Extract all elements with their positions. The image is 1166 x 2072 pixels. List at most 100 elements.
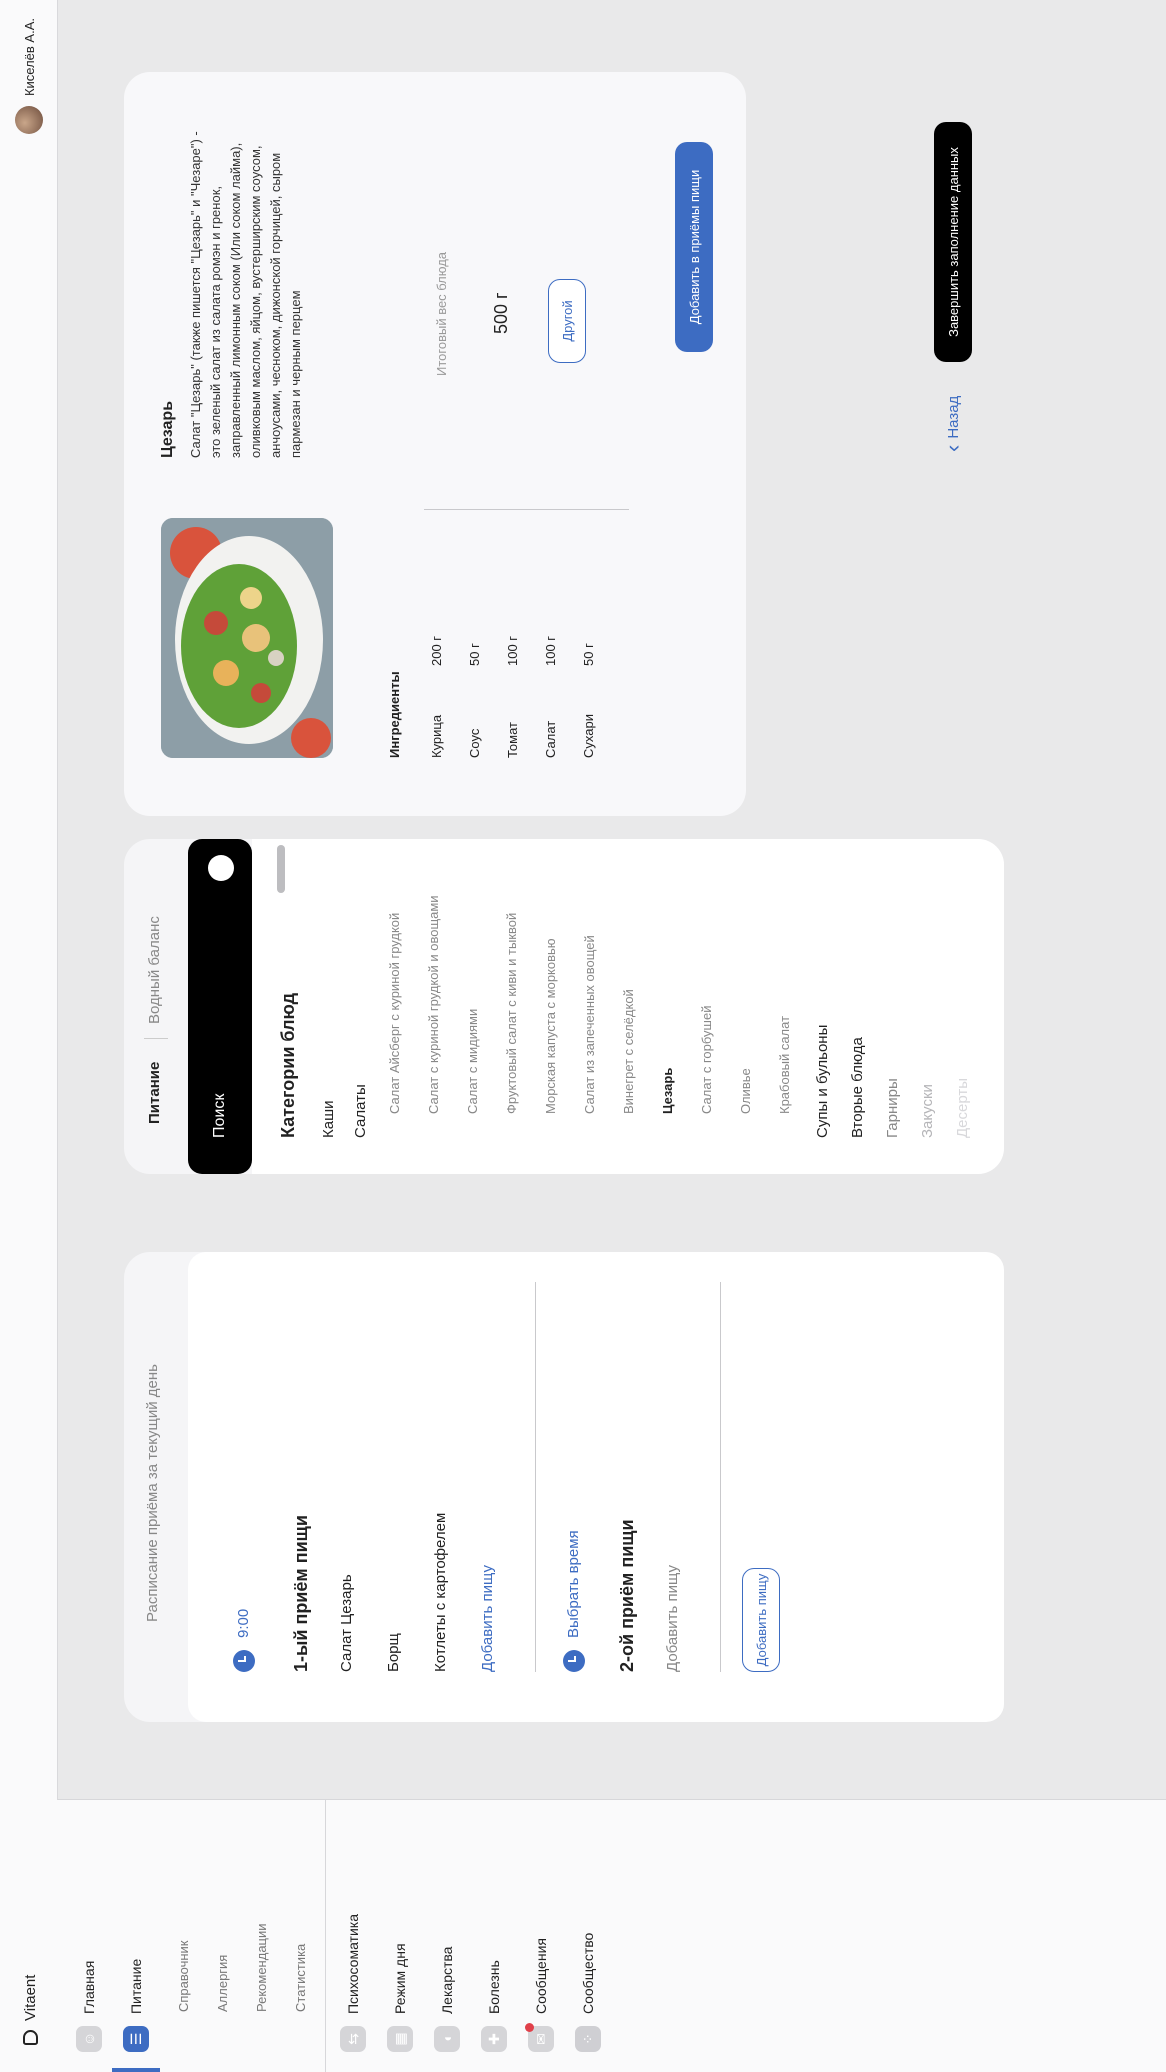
sidebar-item-daily-regime[interactable]: ▦ Режим дня [387,1943,413,2052]
user-menu[interactable]: Киселёв А.А. [15,18,43,135]
medical-icon: ✚ [481,2026,507,2052]
sidebar-item-label: Режим дня [392,1943,408,2014]
ingredients-title: Ингредиенты [387,671,402,758]
categories-title: Категории блюд [278,992,298,1138]
meal2-add-food-input[interactable]: Добавить пищу [664,1565,681,1672]
app-name: Vitaent [22,1974,39,2021]
community-icon: ⁘ [575,2026,601,2052]
dish-item[interactable]: Салат с мидиями [465,1009,480,1114]
finish-data-entry-button[interactable]: Завершить заполнение данных [934,122,972,362]
nutrition-icon: ☰ [123,2026,149,2052]
choose-time-link[interactable]: Выбрать время [565,1530,582,1638]
meal1-item[interactable]: Салат Цезарь [338,1574,355,1672]
dish-item-selected[interactable]: Цезарь [660,1068,675,1114]
ingredient-weight: 100 г [505,635,520,666]
meal2-add-food-button[interactable]: Добавить пищу [742,1568,780,1672]
search-bar[interactable]: Поиск [188,839,252,1174]
user-name: Киселёв А.А. [21,18,37,97]
dish-name: Цезарь [159,400,176,458]
divider [720,1282,721,1672]
sidebar-item-label: Главная [81,1960,97,2014]
ingredient-name: Курица [429,714,444,758]
total-weight-label: Итоговый вес блюда [434,251,449,376]
tab-water-balance[interactable]: Водный баланс [146,916,163,1024]
add-to-meals-button[interactable]: Добавить в приёмы пищи [675,142,713,352]
dish-item[interactable]: Салат с горбушей [699,1006,714,1114]
sidebar: Vitaent ☺ Главная ☰ Питание Справочник А… [0,1799,1166,2072]
meal2-title: 2-ой приём пищи [617,1519,637,1672]
sidebar-item-label: Сообщество [580,1932,596,2014]
category-snacks[interactable]: Закуски [919,1084,936,1138]
home-icon: ☺ [76,2026,102,2052]
dish-item[interactable]: Винегрет с селёдкой [621,989,636,1114]
sidebar-item-label: Питание [128,1958,144,2014]
schedule-panel: Расписание приёма за текущий день 9:00 1… [124,1252,1004,1722]
category-side-dishes[interactable]: Гарниры [884,1078,901,1138]
dish-item[interactable]: Салат из запеченных овощей [582,935,597,1114]
category-main-dishes[interactable]: Вторые блюда [849,1037,866,1138]
search-icon [208,855,234,881]
dish-photo [161,518,333,758]
dish-item[interactable]: Морская капуста с морковью [543,938,558,1114]
meal1-add-food-link[interactable]: Добавить пищу [479,1565,496,1672]
dish-item[interactable]: Салат Айсберг с куриной грудкой [387,913,402,1114]
ingredient-name: Томат [505,722,520,758]
sidebar-subitem-allergy[interactable]: Аллергия [215,1955,230,2012]
total-weight-value: 500 г [491,292,511,334]
ingredient-name: Салат [543,720,558,758]
ingredient-name: Соус [467,728,482,758]
sidebar-divider [325,1800,326,2072]
vertical-divider [424,509,629,510]
search-label: Поиск [211,1093,228,1138]
tab-divider [144,1038,168,1039]
ingredient-weight: 100 г [543,635,558,666]
meal1-item[interactable]: Котлеты с картофелем [432,1513,449,1672]
sidebar-item-label: Психосоматика [345,1913,361,2014]
scrollbar[interactable] [277,845,285,893]
ingredient-name: Сухари [581,714,596,758]
sidebar-item-home[interactable]: ☺ Главная [76,1961,102,2052]
category-salads[interactable]: Салаты [352,1084,369,1138]
category-porridge[interactable]: Каши [320,1101,337,1139]
dish-description: Салат "Цезарь" (также пишется "Цезарь" и… [188,131,303,458]
categories-panel: Питание Водный баланс Поиск Категории бл… [124,839,1004,1174]
top-bar: Киселёв А.А. [0,0,58,1800]
sidebar-item-nutrition[interactable]: ☰ Питание [123,1959,149,2052]
back-link[interactable]: ‹ Назад [940,396,966,452]
sidebar-item-label: Лекарства [439,1946,455,2014]
category-desserts[interactable]: Десерты [954,1078,971,1138]
dish-item[interactable]: Салат с куриной грудкой и овощами [426,895,441,1114]
sidebar-item-messages[interactable]: ✉ Сообщения [528,1938,554,2052]
sidebar-item-illness[interactable]: ✚ Болезнь [481,1960,507,2052]
sidebar-item-psychosomatics[interactable]: ⇆ Психосоматика [340,1914,366,2052]
other-weight-button[interactable]: Другой [548,279,586,363]
sidebar-subitem-recommendations[interactable]: Рекомендации [254,1923,269,2012]
meal1-title: 1-ый приём пищи [291,1515,311,1672]
app-logo[interactable]: Vitaent [22,1975,39,2045]
sidebar-subitem-reference[interactable]: Справочник [176,1941,191,2013]
dish-item[interactable]: Крабовый салат [777,1016,792,1114]
tab-nutrition[interactable]: Питание [146,1062,163,1124]
meal1-item[interactable]: Борщ [385,1633,402,1672]
sidebar-subitem-statistics[interactable]: Статистика [293,1944,308,2012]
sidebar-item-label: Болезнь [486,1960,502,2014]
sidebar-item-community[interactable]: ⁘ Сообщество [575,1933,601,2052]
back-label: Назад [944,395,962,439]
meal1-time[interactable]: 9:00 [235,1609,252,1638]
category-soups[interactable]: Супы и бульоны [814,1025,831,1138]
app-canvas: Vitaent ☺ Главная ☰ Питание Справочник А… [0,0,1166,2072]
ingredient-weight: 200 г [429,635,444,666]
categories-card: Категории блюд Каши Салаты Салат Айсберг… [252,839,1004,1174]
dish-item[interactable]: Оливье [738,1068,753,1114]
sidebar-item-label: Сообщения [533,1938,549,2014]
clock-icon [563,1650,585,1672]
dish-detail-panel: Цезарь Салат "Цезарь" (также пишется "Це… [124,72,746,816]
active-indicator [112,2068,160,2072]
schedule-title: Расписание приёма за текущий день [144,1364,161,1622]
dish-photo-image [161,518,333,758]
avatar [15,106,43,135]
sidebar-item-medicines[interactable]: ◖ Лекарства [434,1947,460,2052]
dish-item[interactable]: Фруктовый салат с киви и тыквой [504,913,519,1114]
messages-notification-dot [525,2023,534,2032]
logo-icon [23,2030,38,2045]
